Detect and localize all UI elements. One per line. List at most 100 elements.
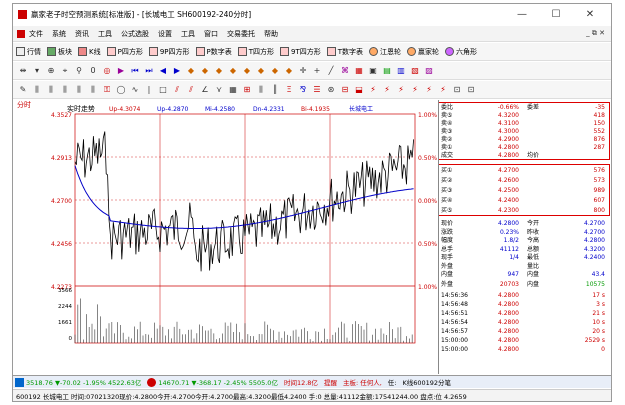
tick-row: 14:56:36 4.2800 17 s [441, 292, 605, 299]
period-icon[interactable]: 0 [88, 65, 99, 76]
crosshair-icon[interactable]: ✛ [298, 65, 309, 76]
nav-8-icon[interactable]: ◆ [284, 65, 295, 76]
menu-item-tools-1[interactable]: 工具 [98, 29, 112, 39]
menu-item-formula[interactable]: 公式选股 [121, 29, 149, 39]
draw-16-icon[interactable]: ⚡ [382, 84, 393, 95]
box-d-icon[interactable]: ▧ [410, 65, 421, 76]
bars-a-icon[interactable]: ⫼ [32, 84, 43, 95]
draw-22-icon[interactable]: ⊡ [466, 84, 477, 95]
draw-10-icon[interactable]: ⅋ [298, 84, 309, 95]
menu-item-tools-2[interactable]: 工具 [181, 29, 195, 39]
menu-item-settings[interactable]: 设置 [158, 29, 172, 39]
tool-gann-wheel[interactable]: 江恩轮 [369, 47, 401, 57]
scale-icon[interactable]: ⊕ [46, 65, 57, 76]
minimize-button[interactable]: — [507, 4, 537, 25]
maximize-button[interactable]: ☐ [541, 4, 571, 25]
intraday-chart[interactable]: 分时 实时走势 Up-4.3074 Up-4.2870 Mi-4.2580 Dn-4.… [13, 100, 438, 374]
nav-2-icon[interactable]: ◆ [200, 65, 211, 76]
box-b-icon[interactable]: ▤ [382, 65, 393, 76]
tool-sector[interactable]: 板块 [47, 47, 72, 57]
volume-tick-label: 1661 [58, 320, 72, 326]
target-icon[interactable]: ◎ [102, 65, 113, 76]
circle-icon[interactable]: ◯ [116, 84, 127, 95]
box-c-icon[interactable]: ▥ [396, 65, 407, 76]
grid-icon[interactable]: ▦ [354, 65, 365, 76]
drag-icon[interactable]: ⇹ [18, 65, 29, 76]
mdi-controls[interactable]: _ ⧉ ✕ [586, 29, 605, 38]
table-icon [16, 47, 25, 56]
draw-18-icon[interactable]: ⚡ [410, 84, 421, 95]
info-bar-text: 600192 长城电工 时间:07021320现价:4.2800今开:4.270… [16, 393, 467, 401]
menu-item-help[interactable]: 帮助 [264, 29, 278, 39]
menu-item-news[interactable]: 资讯 [75, 29, 89, 39]
draw-4-icon[interactable]: ⋎ [214, 84, 225, 95]
draw-7-icon[interactable]: ⫼ [256, 84, 267, 95]
draw-9-icon[interactable]: Ξ [284, 84, 295, 95]
tool-quotes[interactable]: 行情 [16, 47, 41, 57]
toolbar-drawing: ✎ ⫼ ⫼ ⫼ ⫼ ⫼ ⚿ ◯ ∿ | □ ⫽ ⫽ ∠ ⋎ ▦ ⊞ ⫼ ║ Ξ … [13, 81, 611, 99]
fib-icon[interactable]: ⌘ [340, 65, 351, 76]
close-button[interactable]: ✕ [575, 4, 605, 25]
alert-label[interactable]: 提醒 [324, 377, 337, 387]
wave-icon[interactable]: ∿ [130, 84, 141, 95]
box-e-icon[interactable]: ▨ [424, 65, 435, 76]
draw-1-icon[interactable]: ⫽ [172, 84, 183, 95]
bars-c-icon[interactable]: ⫼ [60, 84, 71, 95]
tool-9t-square[interactable]: 9T四方形 [280, 47, 321, 57]
draw-8-icon[interactable]: ║ [270, 84, 281, 95]
chart-a-icon[interactable]: ⌖ [60, 65, 71, 76]
plus-icon[interactable]: + [312, 65, 323, 76]
tool-t-square[interactable]: T四方形 [237, 47, 274, 57]
key-icon[interactable]: ⚿ [102, 84, 113, 95]
draw-15-icon[interactable]: ⚡ [368, 84, 379, 95]
nav-3-icon[interactable]: ◆ [214, 65, 225, 76]
tool-p-number[interactable]: P数字表 [195, 47, 232, 57]
draw-5-icon[interactable]: ▦ [228, 84, 239, 95]
tick-row: 15:00:00 4.2800 2529 s [441, 337, 605, 344]
draw-2-icon[interactable]: ⫽ [186, 84, 197, 95]
last-icon[interactable]: ⏭ [144, 65, 155, 76]
forward-icon[interactable]: ▶ [172, 65, 183, 76]
tool-t-number[interactable]: T数字表 [326, 47, 363, 57]
draw-17-icon[interactable]: ⚡ [396, 84, 407, 95]
play-icon[interactable]: ▶ [116, 65, 127, 76]
box-a-icon[interactable]: ▣ [368, 65, 379, 76]
draw-14-icon[interactable]: ⬓ [354, 84, 365, 95]
menu-item-window[interactable]: 窗口 [204, 29, 218, 39]
draw-6-icon[interactable]: ⊞ [242, 84, 253, 95]
chart-b-icon[interactable]: ⚲ [74, 65, 85, 76]
nav-6-icon[interactable]: ◆ [256, 65, 267, 76]
draw-12-icon[interactable]: ⊛ [326, 84, 337, 95]
draw-20-icon[interactable]: ⚡ [438, 84, 449, 95]
tool-p-square[interactable]: P四方形 [106, 47, 143, 57]
quote-stat-row: 外盘 量比 [441, 262, 540, 270]
intraday-chart-svg: 实时走势 Up-4.3074 Up-4.2870 Mi-4.2580 Dn-4.233… [51, 104, 437, 344]
bars-d-icon[interactable]: ⫼ [74, 84, 85, 95]
nav-4-icon[interactable]: ◆ [228, 65, 239, 76]
back-icon[interactable]: ◀ [158, 65, 169, 76]
draw-21-icon[interactable]: ⊡ [452, 84, 463, 95]
square-icon[interactable]: □ [158, 84, 169, 95]
draw-3-icon[interactable]: ∠ [200, 84, 211, 95]
draw-13-icon[interactable]: ⊟ [340, 84, 351, 95]
nav-7-icon[interactable]: ◆ [270, 65, 281, 76]
draw-11-icon[interactable]: ☰ [312, 84, 323, 95]
menu-item-system[interactable]: 系统 [52, 29, 66, 39]
arrow-down-icon[interactable]: ▾ [32, 65, 43, 76]
tool-hexagon[interactable]: 六角形 [445, 47, 477, 57]
tool-9p-square[interactable]: 9P四方形 [148, 47, 190, 57]
bars-e-icon[interactable]: ⫼ [88, 84, 99, 95]
nav-5-icon[interactable]: ◆ [242, 65, 253, 76]
pen-icon[interactable]: ✎ [18, 84, 29, 95]
first-icon[interactable]: ⏮ [130, 65, 141, 76]
line-icon[interactable]: ╱ [326, 65, 337, 76]
tool-winner-wheel[interactable]: 赢家轮 [407, 47, 439, 57]
draw-19-icon[interactable]: ⚡ [424, 84, 435, 95]
tool-kline[interactable]: K线 [78, 47, 101, 57]
kline-tick-tab[interactable]: K线600192分笔 [402, 377, 451, 387]
nav-1-icon[interactable]: ◆ [186, 65, 197, 76]
menu-item-file[interactable]: 文件 [29, 29, 43, 39]
bars-b-icon[interactable]: ⫼ [46, 84, 57, 95]
volume-tick-label: 3566 [58, 288, 72, 294]
menu-item-trade[interactable]: 交易委托 [227, 29, 255, 39]
